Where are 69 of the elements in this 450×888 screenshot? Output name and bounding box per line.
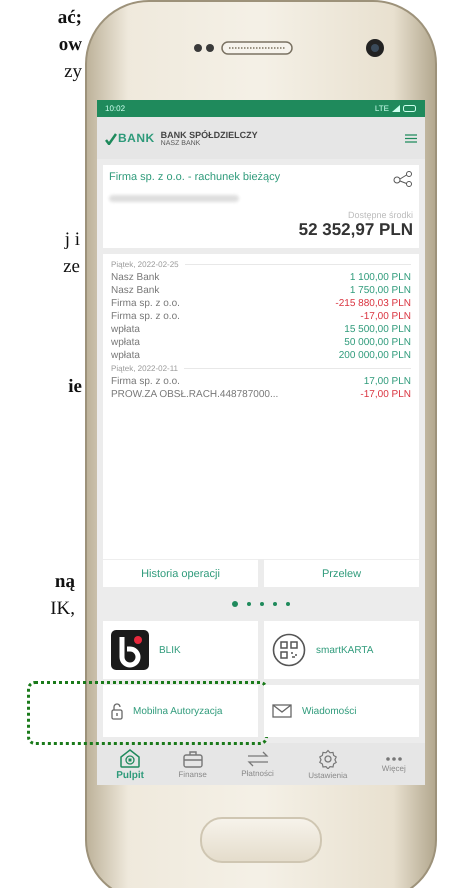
home-icon [119,748,142,768]
transaction-name: Firma sp. z o.o. [111,311,180,322]
transaction-name: wpłata [111,337,140,348]
more-icon [384,756,403,762]
shortcut-tile[interactable]: Wiadomości [264,685,419,737]
text-fragment: ze [63,255,80,279]
transaction-amount: 200 000,00 PLN [338,350,411,361]
nav-tab[interactable]: Ustawienia [306,748,350,780]
nav-tab[interactable]: Finanse [176,750,209,778]
transaction-name: Firma sp. z o.o. [111,376,180,387]
action-button[interactable]: Historia operacji [103,559,258,587]
transaction-name: Nasz Bank [111,272,160,283]
transfer-arrows-icon [246,750,270,766]
transaction-amount: -17,00 PLN [360,311,411,322]
page-dot[interactable] [247,602,251,606]
network-type: LTE [374,104,389,113]
logo-check-icon [105,133,117,145]
balance-amount: 52 352,97 PLN [298,220,413,240]
action-button[interactable]: Przelew [264,559,419,587]
account-name: Firma sp. z o.o. - rachunek bieżący [109,171,280,183]
camera-icon [365,38,385,58]
bank-name: BANK SPÓŁDZIELCZY [160,130,258,140]
transaction-amount: 1 750,00 PLN [350,285,411,296]
battery-icon [403,105,417,112]
transaction-name: Nasz Bank [111,285,160,296]
speaker-grille-icon [221,41,293,55]
nav-tab[interactable]: Pulpit [114,748,146,780]
status-time: 10:02 [105,104,126,113]
balance-label: Dostępne środki [348,210,413,220]
padlock-icon [111,702,123,720]
transaction-date: Piątek, 2022-02-11 [111,362,411,375]
text-fragment: j i [64,228,80,252]
account-card[interactable]: Firma sp. z o.o. - rachunek bieżący Dostępne środki 52 352,97 PLN [103,165,419,248]
transaction-amount: -17,00 PLN [360,389,411,400]
text-fragment: ie [68,375,82,399]
transaction-amount: 50 000,00 PLN [344,337,411,348]
settings-icon [318,748,338,768]
share-icon[interactable] [393,171,413,187]
page-dot[interactable] [273,602,277,606]
text-fragment: zy [64,60,82,84]
transaction-amount: 17,00 PLN [364,376,411,387]
transaction-amount: -215 880,03 PLN [335,298,411,309]
text-fragment: IK, [50,597,75,621]
briefcase-icon [182,750,204,768]
page-dot[interactable] [286,602,290,606]
logo-text: BANK [118,131,155,145]
transaction-amount: 15 500,00 PLN [344,324,411,335]
transaction-name: Firma sp. z o.o. [111,298,180,309]
transaction-name: wpłata [111,350,140,361]
text-fragment: ow [58,33,82,57]
sensor-icon [193,43,215,53]
page-dot[interactable] [232,601,238,607]
transaction-amount: 1 100,00 PLN [350,272,411,283]
blik-logo-icon [111,630,149,670]
shortcut-tile[interactable]: Mobilna Autoryzacja [103,685,258,737]
signal-icon [392,105,400,112]
qr-code-icon [272,633,306,667]
transaction-name: wpłata [111,324,140,335]
text-fragment: ać; [58,6,82,30]
envelope-icon [272,704,292,718]
nav-tab[interactable]: Więcej [380,756,408,772]
nav-tab[interactable]: Płatności [239,750,276,778]
transaction-date: Piątek, 2022-02-25 [111,258,411,271]
transaction-name: PROW.ZA OBSŁ.RACH.448787000... [111,389,278,400]
text-fragment: ną [54,570,75,594]
shortcut-tile[interactable]: smartKARTA [264,621,419,679]
menu-icon[interactable] [405,134,417,142]
page-dot[interactable] [260,602,264,606]
shortcut-tile[interactable]: BLIK [103,621,258,679]
